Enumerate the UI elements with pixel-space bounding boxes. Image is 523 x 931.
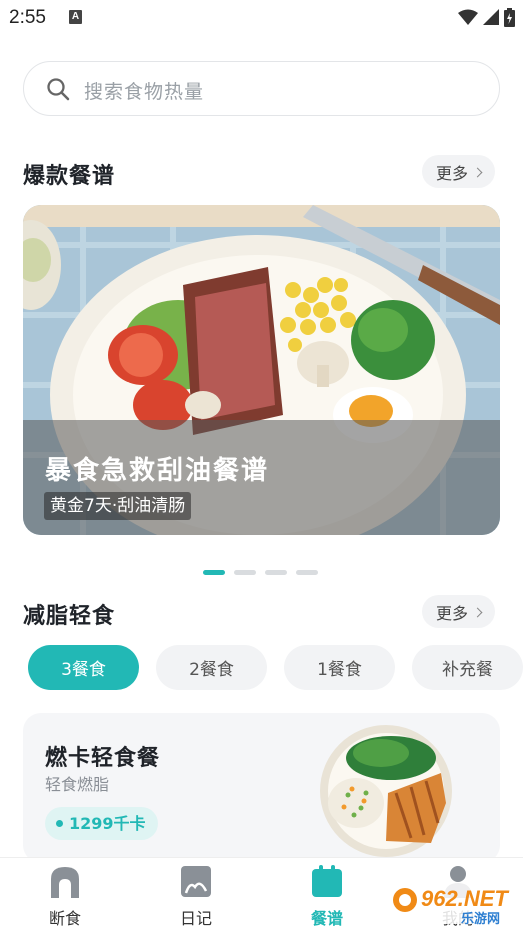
banner-title: 暴食急救刮油餐谱	[45, 456, 270, 486]
watermark-brand: 962.NET	[421, 886, 509, 911]
banner-subtitle: 黄金7天·刮油清肠	[44, 492, 192, 520]
recipe-banner[interactable]: 暴食急救刮油餐谱 黄金7天·刮油清肠	[23, 205, 500, 535]
carousel-dot[interactable]	[265, 570, 287, 575]
watermark-logo: 962.NET 乐游网	[385, 882, 520, 926]
carousel-dot[interactable]	[234, 570, 256, 575]
chip-2-meals[interactable]: 2餐食	[156, 645, 267, 690]
chip-1-meal[interactable]: 1餐食	[284, 645, 395, 690]
carousel-dot[interactable]	[296, 570, 318, 575]
fasting-icon	[51, 867, 79, 898]
meal-card-image	[320, 725, 452, 857]
section-title-light-meal: 减脂轻食	[23, 604, 116, 629]
more-button-popular[interactable]: 更多	[422, 155, 495, 188]
status-bar: 2:55 A	[0, 0, 523, 36]
more-label: 更多	[435, 163, 468, 183]
carousel-dot[interactable]	[203, 570, 225, 575]
search-bar[interactable]: 搜索食物热量	[23, 61, 500, 116]
system-icons	[458, 8, 515, 27]
tab-diary[interactable]: 日记	[151, 858, 241, 931]
watermark-sub: 乐游网	[461, 911, 500, 926]
chip-supplement[interactable]: 补充餐	[412, 645, 523, 690]
diary-icon	[181, 866, 211, 897]
section-title-popular: 爆款餐谱	[23, 164, 116, 189]
meal-filter-chips: 3餐食 2餐食 1餐食 补充餐	[28, 645, 523, 690]
cell-signal-icon	[483, 9, 499, 25]
tab-label: 日记	[179, 909, 212, 928]
tab-label: 餐谱	[310, 909, 343, 928]
more-label: 更多	[435, 603, 468, 623]
chip-3-meals[interactable]: 3餐食	[28, 645, 139, 690]
tab-fasting[interactable]: 断食	[20, 858, 110, 931]
wifi-icon	[458, 9, 478, 25]
search-placeholder: 搜索食物热量	[84, 81, 205, 103]
recipe-icon	[312, 865, 342, 897]
meal-card[interactable]: 燃卡轻食餐 轻食燃脂 1299千卡	[23, 713, 500, 863]
tab-label: 断食	[48, 909, 81, 928]
tab-recipes[interactable]: 餐谱	[282, 858, 372, 931]
battery-icon	[504, 8, 515, 27]
meal-card-title: 燃卡轻食餐	[45, 746, 161, 771]
calorie-badge: 1299千卡	[45, 807, 158, 840]
more-button-light-meal[interactable]: 更多	[422, 595, 495, 628]
notification-icon: A	[69, 10, 82, 24]
search-icon	[47, 78, 70, 101]
chevron-right-icon	[472, 607, 483, 617]
chevron-right-icon	[472, 167, 483, 177]
meal-card-subtitle: 轻食燃脂	[45, 775, 110, 794]
status-time: 2:55	[9, 7, 46, 28]
carousel-indicator	[203, 570, 318, 575]
